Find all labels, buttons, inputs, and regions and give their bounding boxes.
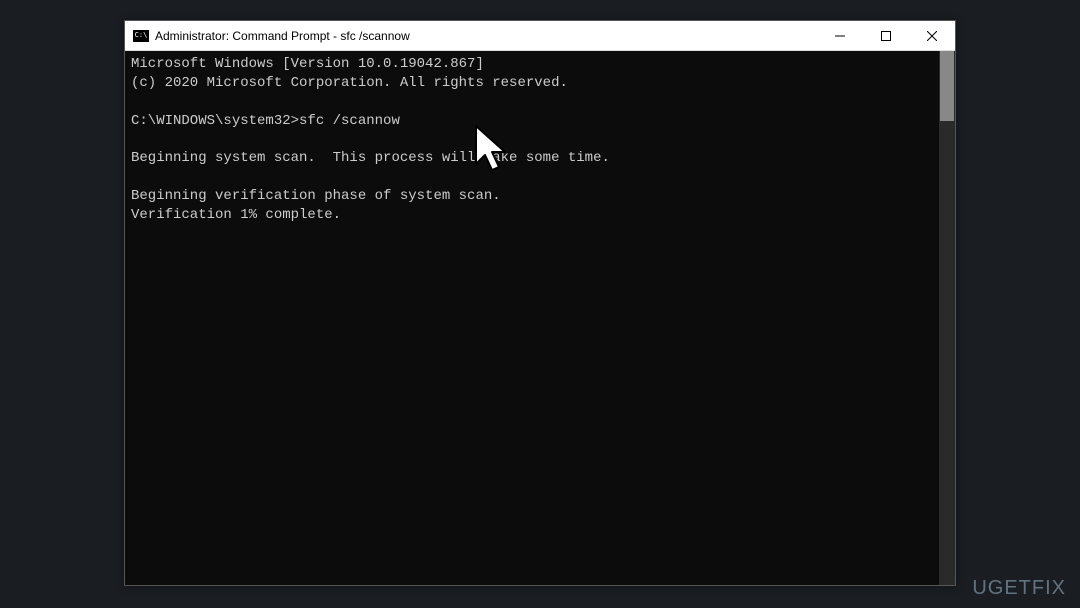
titlebar[interactable]: C:\ Administrator: Command Prompt - sfc … [125,21,955,51]
scrollbar[interactable] [939,51,955,585]
cmd-icon: C:\ [133,30,149,42]
scrollbar-thumb[interactable] [940,51,954,121]
maximize-button[interactable] [863,21,909,50]
window-title: Administrator: Command Prompt - sfc /sca… [155,29,817,43]
maximize-icon [881,31,891,41]
watermark: UGETFIX [972,577,1066,600]
minimize-button[interactable] [817,21,863,50]
console-output[interactable]: Microsoft Windows [Version 10.0.19042.86… [125,51,939,585]
close-button[interactable] [909,21,955,50]
close-icon [927,31,937,41]
watermark-text: UGETFIX [972,577,1066,599]
window-controls [817,21,955,50]
command-prompt-window: C:\ Administrator: Command Prompt - sfc … [124,20,956,586]
cmd-icon-text: C:\ [135,32,148,39]
minimize-icon [835,31,845,41]
console-area: Microsoft Windows [Version 10.0.19042.86… [125,51,955,585]
